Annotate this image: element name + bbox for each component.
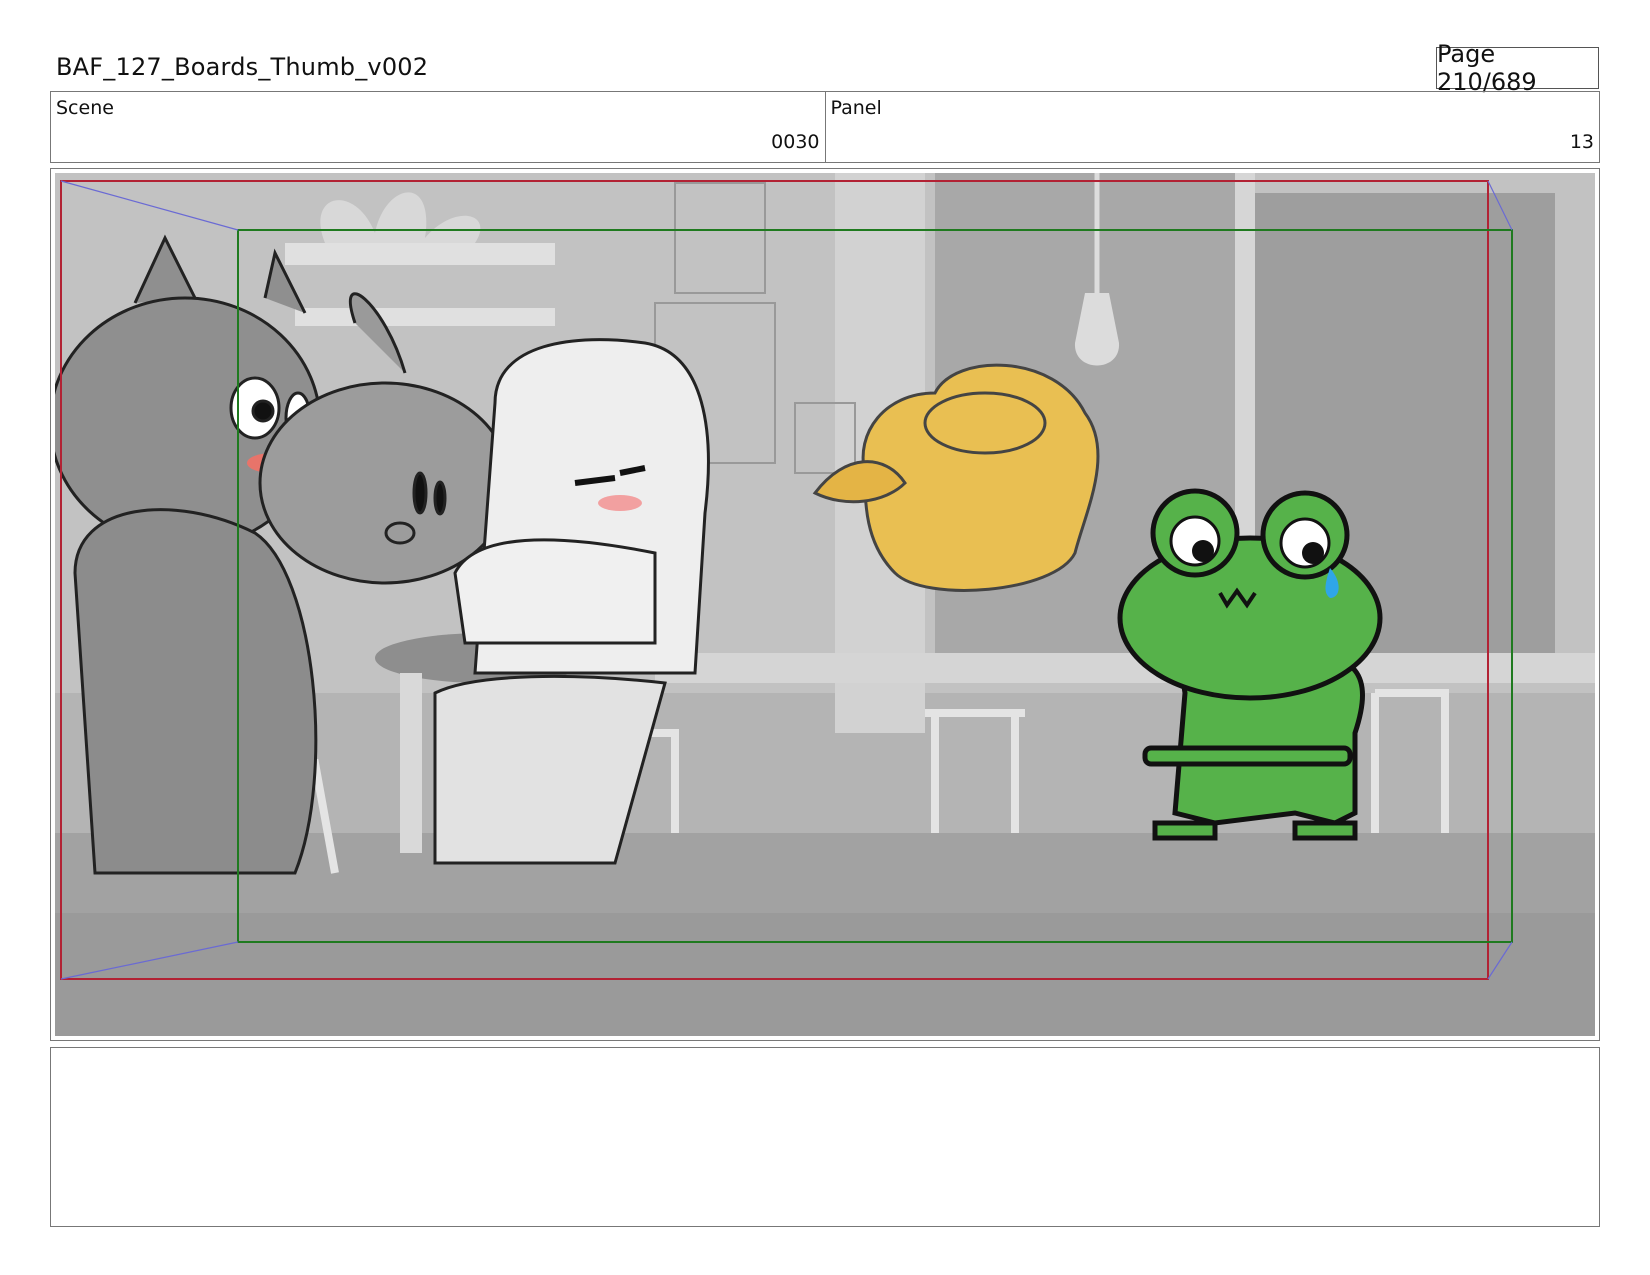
table-leg — [400, 673, 422, 853]
page-indicator: Page 210/689 — [1436, 40, 1599, 96]
shelf-lower — [295, 308, 555, 326]
scene-label: Scene — [56, 97, 114, 119]
floor-shadow — [55, 913, 1595, 1036]
panel-value: 13 — [1569, 131, 1594, 153]
storyboard-panel — [50, 168, 1600, 1041]
scene-cell: Scene 0030 — [51, 92, 825, 162]
notes-box — [50, 1047, 1600, 1227]
panel-label: Panel — [830, 97, 882, 119]
scene-value: 0030 — [771, 131, 820, 153]
panel-cell: Panel 13 — [824, 92, 1600, 162]
document-title: BAF_127_Boards_Thumb_v002 — [56, 53, 429, 81]
shelf — [285, 243, 555, 265]
scene-panel-info: Scene 0030 Panel 13 — [50, 91, 1600, 163]
panel-drawing — [55, 173, 1595, 1036]
counter-ledge — [655, 653, 1595, 683]
